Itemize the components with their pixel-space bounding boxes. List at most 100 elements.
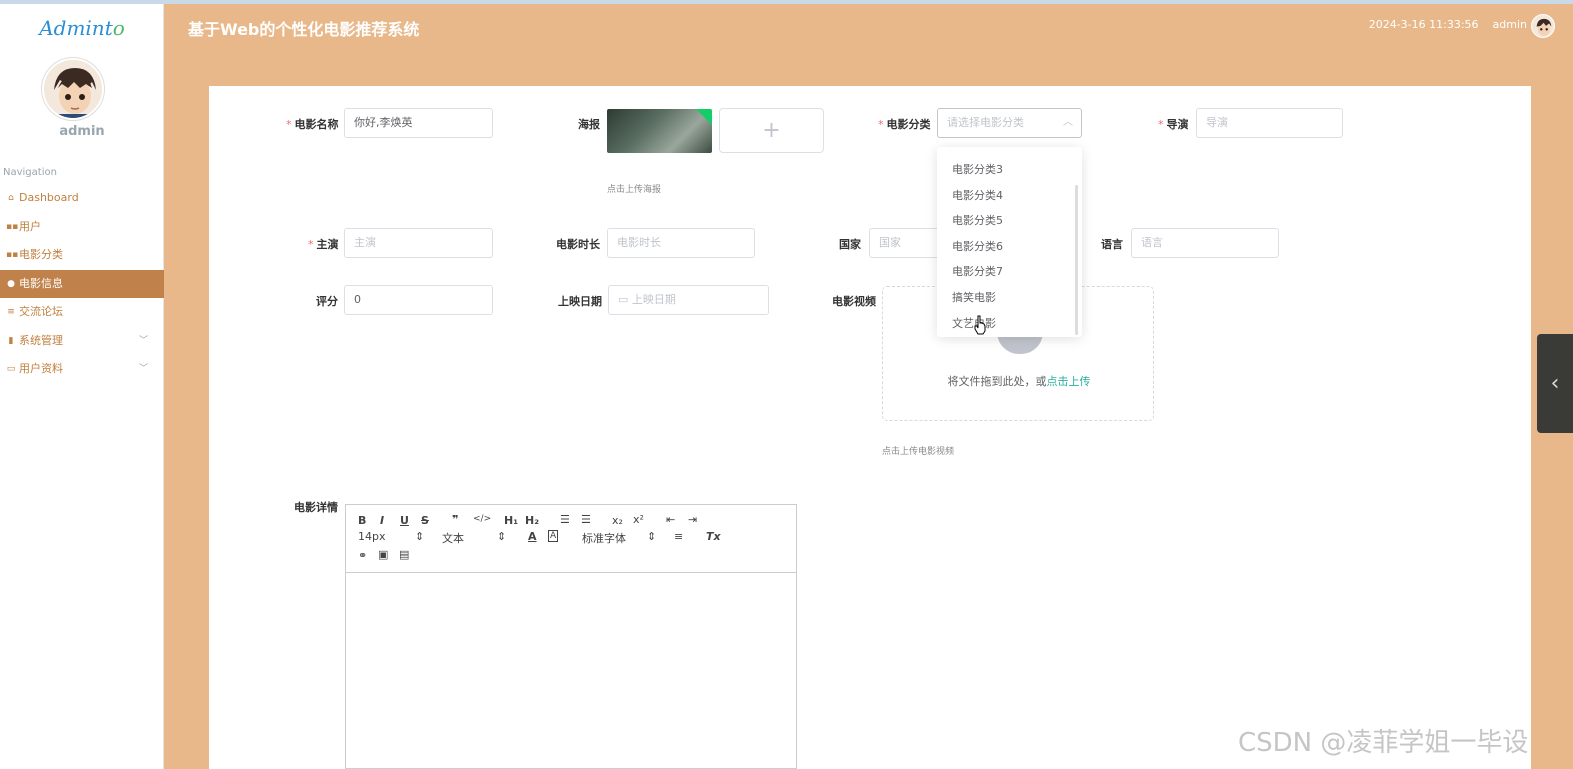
sidebar-item-profile[interactable]: ▭ 用户资料 ﹀ <box>0 355 164 384</box>
ordered-list-icon[interactable]: ☰ <box>560 513 570 526</box>
background-color-icon[interactable]: A <box>548 530 559 542</box>
page-title: 基于Web的个性化电影推荐系统 <box>188 20 420 39</box>
dropdown-option[interactable]: 电影分类3 <box>952 161 1003 177</box>
poster-thumbnail[interactable] <box>607 109 712 153</box>
header-info: 2024-3-16 11:33:56 admin <box>1369 18 1527 31</box>
chevron-down-icon: ﹀ <box>138 335 148 346</box>
quote-button[interactable]: ❞ <box>452 513 458 526</box>
strike-button[interactable]: S <box>421 514 429 527</box>
sidebar-item-label: 电影信息 <box>19 276 63 290</box>
sidebar-item-forum[interactable]: ≡ 交流论坛 <box>0 298 164 327</box>
poster-label: 海报 <box>578 118 600 131</box>
side-panel-toggle[interactable]: ‹ <box>1537 334 1573 433</box>
chevron-left-icon: ‹ <box>1550 371 1560 396</box>
upload-link[interactable]: 点击上传 <box>1047 375 1091 388</box>
code-button[interactable]: </> <box>473 514 491 524</box>
sidebar-item-dashboard[interactable]: ⌂ Dashboard <box>0 184 164 213</box>
movie-name-input[interactable]: 你好,李焕英 <box>344 108 493 138</box>
italic-button[interactable]: I <box>380 514 384 527</box>
details-label: 电影详情 <box>294 501 338 514</box>
user-avatar[interactable] <box>42 58 104 120</box>
grid-icon: ▪▪ <box>6 250 19 260</box>
image-icon[interactable]: ▣ <box>378 548 388 561</box>
category-select[interactable]: 请选择电影分类 ︿ <box>937 108 1082 138</box>
dropdown-option[interactable]: 电影分类6 <box>952 238 1003 254</box>
video-hint: 点击上传电影视频 <box>882 447 955 457</box>
country-input[interactable]: 国家 <box>869 228 941 258</box>
bullet-list-icon[interactable]: ☰ <box>581 513 591 526</box>
card-icon: ▭ <box>6 364 16 374</box>
list-icon: ≡ <box>7 307 15 317</box>
hand-cursor-icon <box>974 315 986 335</box>
release-date-picker[interactable]: ▭ 上映日期 <box>608 285 769 315</box>
select-arrows-icon: ⇕ <box>497 530 507 543</box>
country-label: 国家 <box>839 238 861 251</box>
actors-input[interactable]: 主演 <box>344 228 493 258</box>
sidebar-username: admin <box>59 124 105 139</box>
director-label: * 导演 <box>1158 118 1189 131</box>
grid-icon: ▪▪ <box>6 221 19 232</box>
select-arrows-icon: ⇕ <box>415 530 425 543</box>
sidebar-item-movie-category[interactable]: ▪▪ 电影分类 <box>0 241 164 270</box>
language-label: 语言 <box>1101 238 1123 251</box>
movie-name-label: * 电影名称 <box>286 118 339 131</box>
home-icon: ⌂ <box>8 193 14 203</box>
chevron-down-icon: ﹀ <box>138 364 148 374</box>
font-family-select[interactable]: 标准字体 ⇕ <box>582 530 656 546</box>
dropdown-option[interactable]: 电影分类5 <box>952 212 1003 228</box>
outdent-icon[interactable]: ⇤ <box>666 513 675 526</box>
font-color-icon[interactable]: A <box>528 530 537 543</box>
dropdown-scrollbar[interactable] <box>1075 185 1078 335</box>
video-label: 电影视频 <box>832 295 876 308</box>
sidebar-item-users[interactable]: ▪▪ 用户 <box>0 213 164 242</box>
rating-label: 评分 <box>316 295 338 308</box>
dropdown-option[interactable]: 电影分类4 <box>952 187 1003 203</box>
sidebar-item-movie-info[interactable]: ● 电影信息 <box>0 269 164 298</box>
underline-button[interactable]: U <box>400 514 409 527</box>
sidebar-menu: ⌂ Dashboard ▪▪ 用户 ▪▪ 电影分类 ● 电影信息 ≡ 交流论坛 … <box>0 184 164 384</box>
rich-text-editor: B I U S ❞ </> H₁ H₂ ☰ ☰ x₂ x² ⇤ ⇥ 14px ⇕ … <box>345 504 797 769</box>
align-icon[interactable]: ≡ <box>674 530 683 543</box>
app-logo[interactable]: Adminto <box>0 16 164 40</box>
bold-button[interactable]: B <box>358 514 366 527</box>
director-input[interactable]: 导演 <box>1196 108 1343 138</box>
dropdown-option[interactable]: 搞笑电影 <box>952 289 996 305</box>
duration-label: 电影时长 <box>556 238 600 251</box>
video-icon[interactable]: ▤ <box>399 548 409 561</box>
sidebar-item-label: Dashboard <box>19 191 79 204</box>
duration-input[interactable]: 电影时长 <box>607 228 755 258</box>
subscript-button[interactable]: x₂ <box>612 514 623 527</box>
language-input[interactable]: 语言 <box>1131 228 1279 258</box>
rating-input[interactable]: 0 <box>344 285 493 315</box>
release-date-label: 上映日期 <box>558 295 602 308</box>
top-border <box>0 0 1573 4</box>
text-type-select[interactable]: 文本 ⇕ <box>442 530 506 546</box>
watermark: CSDN @凌菲学姐一毕设 <box>1238 728 1529 758</box>
superscript-button[interactable]: x² <box>633 513 644 526</box>
user-icon: ● <box>7 278 15 289</box>
h1-button[interactable]: H₁ <box>504 514 518 527</box>
indent-icon[interactable]: ⇥ <box>688 513 697 526</box>
sidebar-item-label: 电影分类 <box>19 248 63 261</box>
category-label: * 电影分类 <box>878 118 931 131</box>
actors-label: * 主演 <box>308 238 339 251</box>
font-size-select[interactable]: 14px ⇕ <box>358 530 425 543</box>
link-icon[interactable]: ⚭ <box>358 549 367 562</box>
nav-heading: Navigation <box>3 167 57 178</box>
chart-icon: ▮ <box>8 335 14 346</box>
select-arrows-icon: ⇕ <box>647 530 657 543</box>
clear-format-button[interactable]: Tx <box>706 530 721 543</box>
calendar-icon: ▭ <box>618 293 629 306</box>
editor-toolbar: B I U S ❞ </> H₁ H₂ ☰ ☰ x₂ x² ⇤ ⇥ 14px ⇕ … <box>346 505 796 573</box>
sidebar-item-label: 用户 <box>19 219 41 233</box>
h2-button[interactable]: H₂ <box>525 514 539 527</box>
header-avatar[interactable] <box>1531 14 1555 38</box>
chevron-up-icon: ︿ <box>1063 117 1073 128</box>
poster-hint: 点击上传海报 <box>607 185 662 195</box>
header-username[interactable]: admin <box>1493 18 1527 31</box>
sidebar-item-system[interactable]: ▮ 系统管理 ﹀ <box>0 327 164 356</box>
sidebar-item-label: 系统管理 <box>19 333 63 347</box>
poster-upload-button[interactable]: + <box>719 108 824 153</box>
dropdown-option[interactable]: 电影分类7 <box>952 263 1003 279</box>
upload-instructions: 将文件拖到此处，或点击上传 <box>947 375 1091 388</box>
